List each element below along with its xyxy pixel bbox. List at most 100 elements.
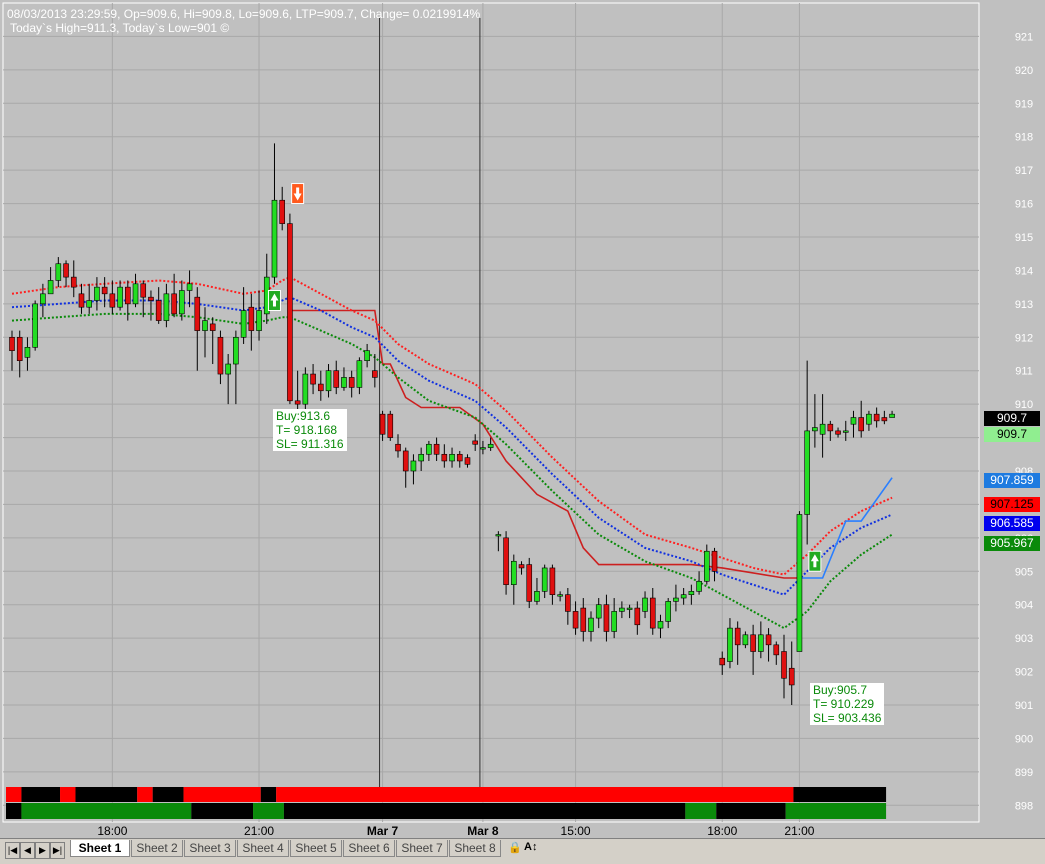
candle-body [850, 417, 857, 425]
candle-body [63, 263, 69, 278]
candle-body [179, 290, 185, 315]
tab-sheet-3[interactable]: Sheet 3 [184, 840, 236, 857]
candle-body [750, 634, 756, 652]
candle-body [101, 286, 108, 295]
prev-sheet-button[interactable]: ◀ [20, 842, 35, 859]
tab-sheet-1[interactable]: Sheet 1 [70, 840, 130, 857]
candle-body [842, 430, 849, 433]
candle-body [889, 413, 895, 418]
x-tick-label: 21:00 [784, 824, 814, 838]
candle-body [410, 460, 417, 472]
candle-body [796, 514, 803, 652]
first-sheet-button[interactable]: |◀ [5, 842, 20, 859]
status-strip-top [137, 787, 153, 802]
candle-body [132, 283, 139, 305]
status-strip-bottom [785, 803, 887, 819]
candle-body [758, 634, 764, 652]
candle-body [433, 443, 440, 455]
price-chart[interactable]: 8988999009019029039049059069079089099109… [0, 0, 1045, 838]
candle-body [472, 440, 479, 445]
sheet-tab-bar: |◀ ◀ ▶ ▶| Sheet 1 Sheet 2 Sheet 3 Sheet … [0, 838, 1045, 864]
candle-body [55, 263, 62, 281]
last-sheet-button[interactable]: ▶| [50, 842, 65, 859]
candle-body [742, 634, 749, 646]
trade-buy-price: Buy:905.7 [813, 683, 868, 697]
candle-body [549, 567, 556, 595]
candle-body [534, 591, 540, 602]
tab-sheet-5[interactable]: Sheet 5 [290, 840, 342, 857]
status-strip-top [60, 787, 76, 802]
candle-body [665, 601, 672, 622]
candle-body [619, 607, 625, 612]
candle-body [657, 621, 664, 629]
candle-body [487, 443, 494, 448]
trade-annotation-2: Buy:905.7 T= 910.229 SL= 903.436 [810, 683, 885, 725]
candle-body [387, 413, 394, 438]
status-strip-top [6, 787, 22, 802]
blue-line-price-tag: 907.859 [984, 473, 1040, 488]
candle-body [16, 336, 23, 361]
y-tick-label: 898 [1015, 800, 1033, 812]
y-tick-label: 914 [1015, 265, 1033, 277]
candle-body [873, 413, 880, 422]
candle-body [395, 443, 401, 452]
candle-body [356, 360, 363, 388]
candle-body [858, 417, 865, 432]
candle-body [611, 611, 617, 632]
trade-stoploss: SL= 911.316 [276, 437, 344, 451]
candle-body [233, 336, 239, 365]
candle-body [24, 347, 31, 358]
y-tick-label: 916 [1015, 199, 1033, 211]
candle-body [541, 567, 548, 592]
tab-sheet-6[interactable]: Sheet 6 [343, 840, 395, 857]
y-tick-label: 920 [1015, 65, 1033, 77]
tab-sheet-8[interactable]: Sheet 8 [449, 840, 501, 857]
y-tick-label: 915 [1015, 232, 1033, 244]
candle-body [703, 550, 710, 582]
candle-body [812, 427, 818, 432]
tab-sheet-2[interactable]: Sheet 2 [131, 840, 183, 857]
candle-body [788, 667, 795, 686]
candle-body [364, 350, 370, 361]
candle-body [163, 293, 170, 321]
candle-body [348, 377, 355, 388]
tab-sheet-7[interactable]: Sheet 7 [396, 840, 448, 857]
x-tick-label: Mar 8 [467, 824, 499, 838]
y-tick-label: 912 [1015, 332, 1033, 344]
chart-window: 8988999009019029039049059069079089099109… [0, 0, 1045, 864]
y-tick-label: 910 [1015, 399, 1033, 411]
candle-body [171, 293, 177, 315]
candle-body [804, 430, 810, 515]
candle-body [155, 300, 162, 321]
x-tick-label: 18:00 [97, 824, 127, 838]
chart-panel[interactable]: 8988999009019029039049059069079089099109… [0, 0, 1045, 838]
candle-body [140, 283, 147, 298]
candle-body [78, 293, 85, 308]
x-tick-label: 18:00 [707, 824, 737, 838]
candle-body [279, 199, 286, 224]
candle-body [287, 223, 293, 402]
red-ema-price-tag: 907.125 [984, 497, 1040, 512]
candle-body [194, 296, 201, 331]
candle-body [302, 373, 309, 405]
lock-icon[interactable]: 🔒 [508, 841, 522, 854]
candle-body [186, 283, 193, 291]
next-sheet-button[interactable]: ▶ [35, 842, 50, 859]
candle-body [711, 550, 718, 572]
tab-sheet-4[interactable]: Sheet 4 [237, 840, 289, 857]
candle-body [688, 591, 695, 595]
candle-body [765, 634, 772, 646]
status-strip-top [183, 787, 261, 802]
candle-body [866, 413, 872, 425]
trade-target: T= 910.229 [813, 697, 875, 711]
status-strip-bottom [6, 803, 22, 819]
last-price-tag: 909.7 [984, 411, 1040, 426]
candle-body [271, 199, 278, 278]
candle-body [557, 594, 563, 597]
candle-body [781, 651, 787, 679]
candle-body [503, 537, 509, 585]
candle-body [294, 400, 301, 405]
font-size-icon[interactable]: A↕ [524, 841, 537, 853]
candle-body [449, 453, 455, 462]
trade-target: T= 918.168 [276, 423, 338, 437]
